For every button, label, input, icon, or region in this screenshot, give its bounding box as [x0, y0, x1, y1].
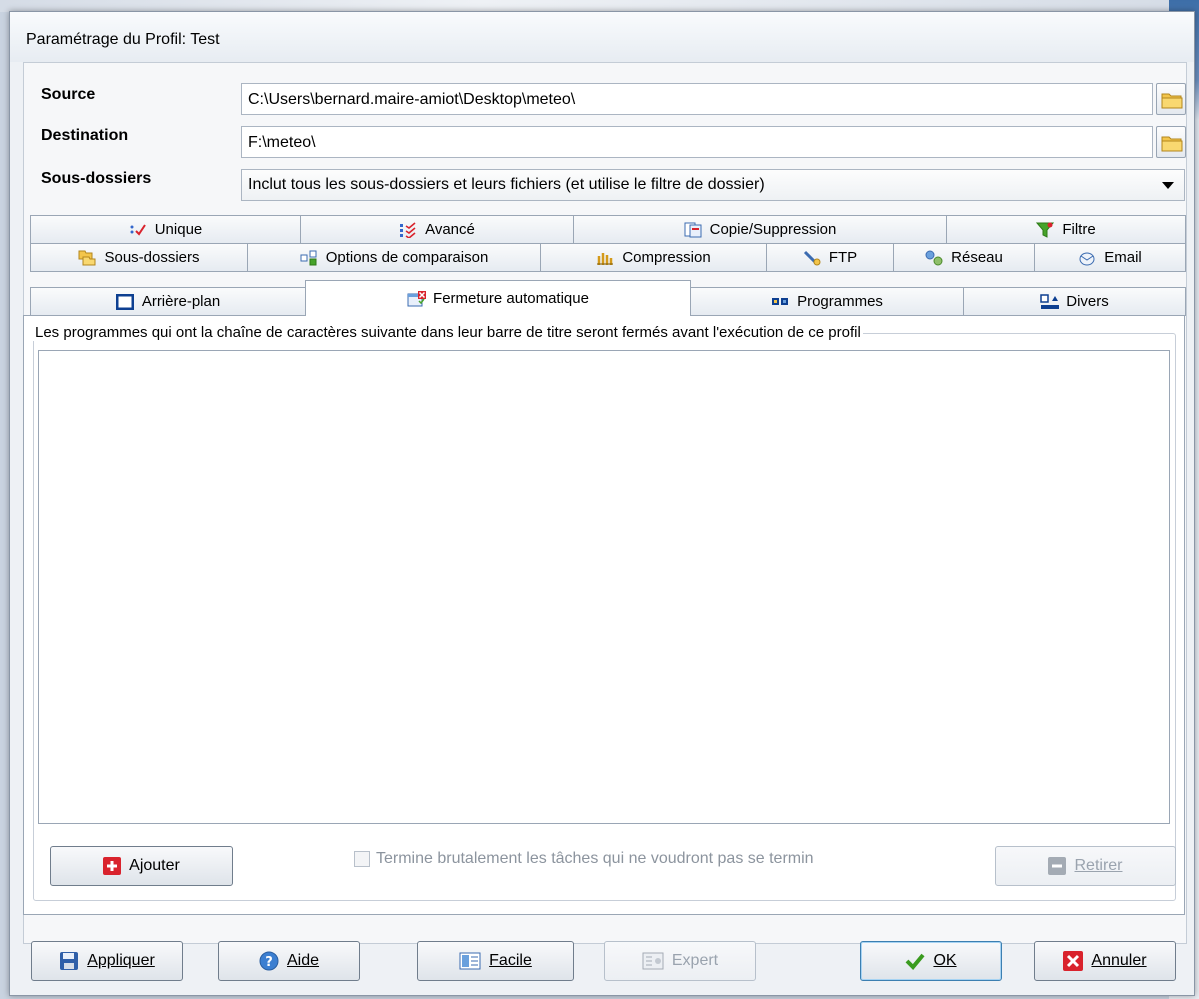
- close-icon: [1063, 951, 1084, 971]
- tab-label: Unique: [154, 221, 203, 238]
- help-icon: ?: [259, 951, 279, 971]
- tab-label: Options de comparaison: [325, 249, 489, 266]
- remove-button-label: Retirer: [1074, 857, 1123, 874]
- tab-label: Email: [1104, 249, 1142, 266]
- minus-icon: [1048, 857, 1067, 875]
- copy-delete-icon: [684, 222, 702, 238]
- tab-fermeture-automatique[interactable]: Fermeture automatique: [305, 280, 691, 316]
- tab-label: Compression: [622, 249, 711, 266]
- check-dots-icon: [129, 222, 147, 238]
- ok-label: OK: [933, 952, 957, 969]
- cancel-button[interactable]: Annuler: [1034, 941, 1176, 981]
- folder-icon: [1161, 136, 1183, 152]
- apply-label: Appliquer: [87, 952, 155, 969]
- tab-filtre[interactable]: Filtre: [946, 215, 1186, 244]
- tab-programmes[interactable]: Programmes: [690, 287, 964, 316]
- folder-icon: [1161, 93, 1183, 109]
- tab-label: Sous-dossiers: [104, 249, 200, 266]
- subfolders-select[interactable]: Inclut tous les sous-dossiers et leurs f…: [241, 169, 1185, 201]
- window-icon: [115, 293, 135, 310]
- tab-email[interactable]: Email: [1034, 243, 1186, 272]
- tab-ftp[interactable]: FTP: [766, 243, 894, 272]
- help-label: Aide: [286, 952, 320, 969]
- tab-label: Fermeture automatique: [433, 290, 589, 307]
- source-browse-button[interactable]: [1156, 83, 1186, 115]
- programs-icon: [771, 294, 789, 310]
- tab-label: FTP: [828, 249, 858, 266]
- expert-mode-icon: [642, 952, 664, 970]
- tab-label: Arrière-plan: [141, 293, 221, 310]
- easy-mode-button[interactable]: Facile: [417, 941, 574, 981]
- svg-text:?: ?: [265, 955, 273, 970]
- tab-copie-suppression[interactable]: Copie/Suppression: [573, 215, 947, 244]
- apply-button[interactable]: Appliquer: [31, 941, 183, 981]
- misc-settings-icon: [1040, 293, 1060, 310]
- tab-arriere-plan[interactable]: Arrière-plan: [30, 287, 306, 316]
- tab-reseau[interactable]: Réseau: [893, 243, 1035, 272]
- window-title: Paramétrage du Profil: Test: [26, 31, 220, 48]
- tab-options-comparaison[interactable]: Options de comparaison: [247, 243, 541, 272]
- checklist-icon: [399, 221, 417, 239]
- easy-mode-label: Facile: [489, 952, 532, 969]
- save-icon: [60, 952, 79, 970]
- tab-label: Divers: [1066, 293, 1109, 310]
- tab-divers[interactable]: Divers: [963, 287, 1186, 316]
- email-icon: [1078, 250, 1096, 266]
- destination-input[interactable]: F:\meteo\: [241, 126, 1153, 158]
- title-bar[interactable]: Paramétrage du Profil: Test: [10, 12, 1194, 62]
- programs-list[interactable]: [38, 350, 1170, 824]
- chevron-down-icon: [1162, 182, 1174, 189]
- tab-label: Réseau: [951, 249, 1003, 266]
- group-title: Les programmes qui ont la chaîne de cara…: [33, 324, 863, 341]
- plus-icon: [103, 857, 122, 875]
- cancel-label: Annuler: [1091, 952, 1147, 969]
- compression-icon: [596, 250, 614, 266]
- source-input[interactable]: C:\Users\bernard.maire-amiot\Desktop\met…: [241, 83, 1153, 115]
- easy-mode-icon: [459, 952, 481, 970]
- network-icon: [925, 250, 943, 266]
- tab-unique[interactable]: Unique: [30, 215, 301, 244]
- close-window-icon: [407, 290, 427, 307]
- subfolders-selected-value: Inclut tous les sous-dossiers et leurs f…: [248, 176, 765, 193]
- kill-tasks-checkbox[interactable]: [354, 851, 370, 867]
- kill-tasks-label: Termine brutalement les tâches qui ne vo…: [376, 850, 814, 867]
- folders-icon: [78, 250, 96, 266]
- tab-label: Programmes: [797, 293, 883, 310]
- tab-sous-dossiers[interactable]: Sous-dossiers: [30, 243, 248, 272]
- add-button[interactable]: Ajouter: [50, 846, 233, 886]
- ftp-icon: [803, 250, 821, 266]
- destination-label: Destination: [41, 127, 129, 144]
- tab-label: Filtre: [1062, 221, 1096, 238]
- tab-avance[interactable]: Avancé: [300, 215, 574, 244]
- profile-settings-dialog: Paramétrage du Profil: Test Source C:\Us…: [9, 11, 1195, 996]
- subfolders-label: Sous-dossiers: [41, 170, 152, 187]
- checkmark-icon: [906, 953, 925, 970]
- tab-content-panel: Les programmes qui ont la chaîne de cara…: [23, 315, 1185, 915]
- destination-browse-button[interactable]: [1156, 126, 1186, 158]
- filter-icon: [1036, 222, 1055, 238]
- compare-icon: [300, 250, 318, 266]
- source-label: Source: [41, 86, 96, 103]
- kill-tasks-option[interactable]: Termine brutalement les tâches qui ne vo…: [354, 850, 914, 868]
- tab-compression[interactable]: Compression: [540, 243, 767, 272]
- tab-label: Copie/Suppression: [709, 221, 837, 238]
- remove-button[interactable]: Retirer: [995, 846, 1176, 886]
- add-button-label: Ajouter: [129, 857, 180, 874]
- tab-label: Avancé: [425, 221, 475, 238]
- help-button[interactable]: ? Aide: [218, 941, 360, 981]
- expert-mode-label: Expert: [671, 952, 719, 969]
- expert-mode-button[interactable]: Expert: [604, 941, 756, 981]
- ok-button[interactable]: OK: [860, 941, 1002, 981]
